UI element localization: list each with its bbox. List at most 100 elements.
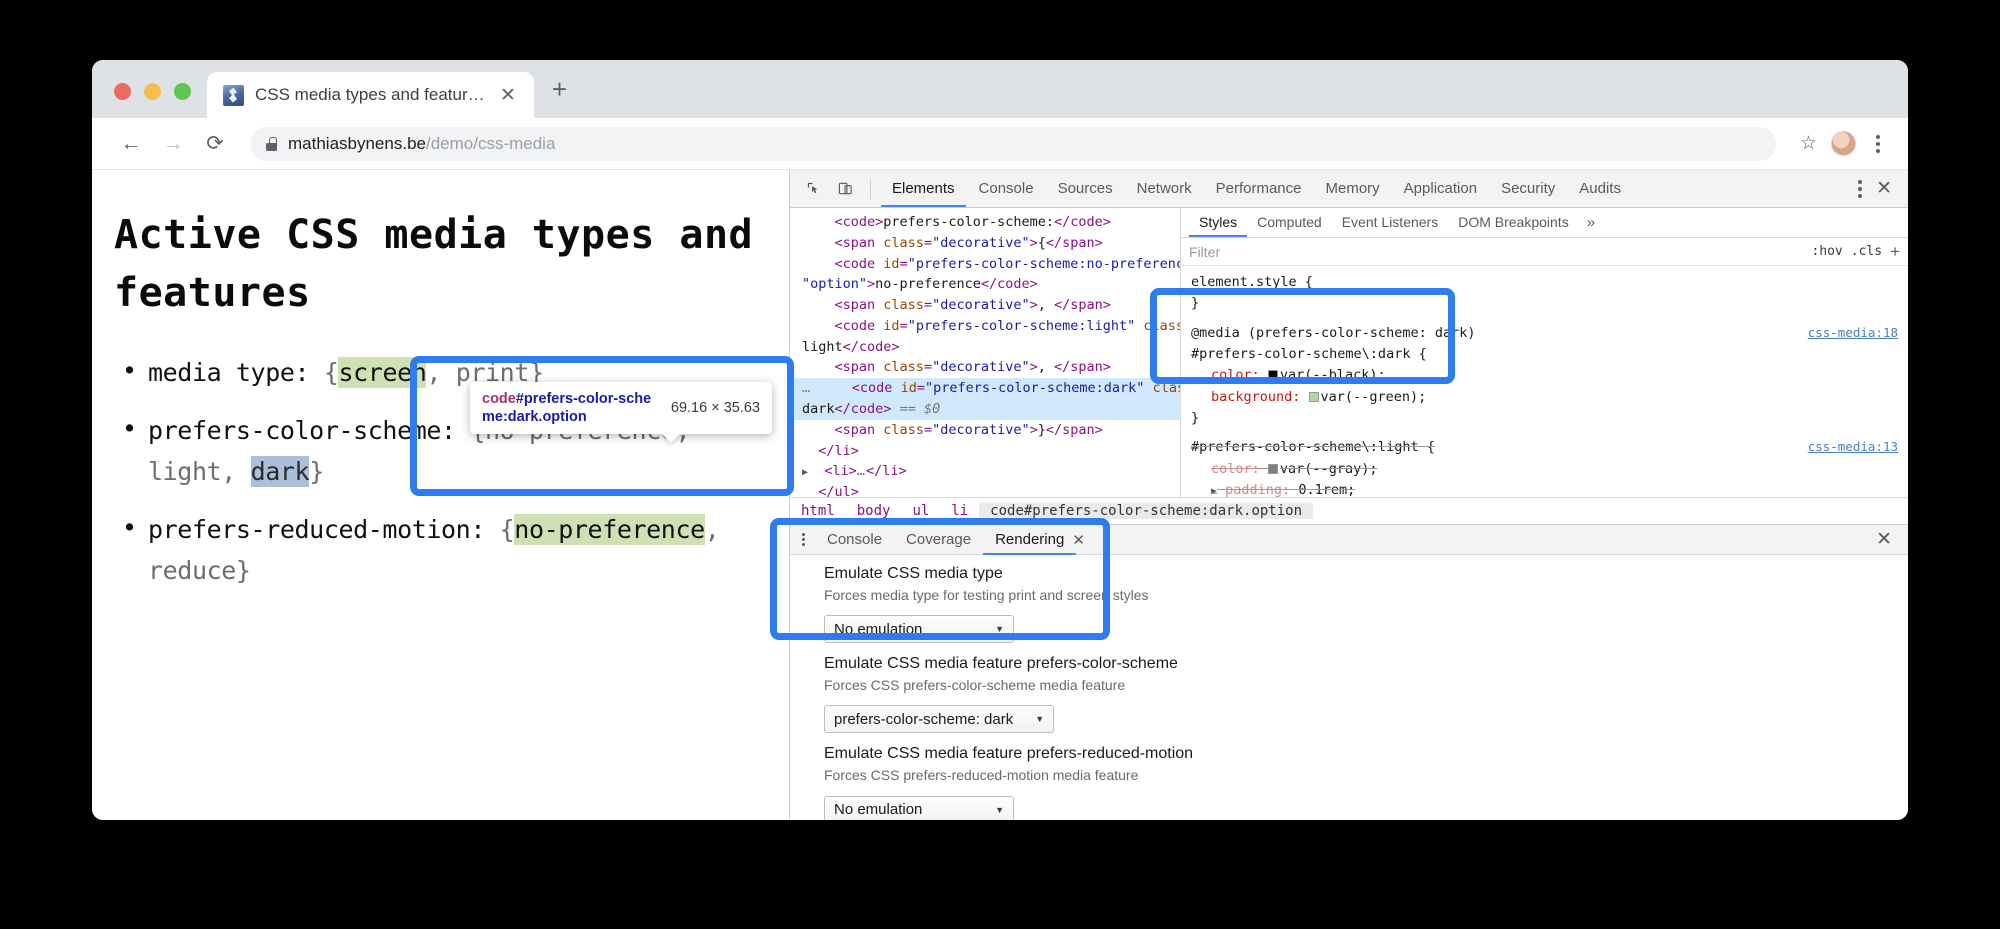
breadcrumb-item[interactable]: ul <box>901 503 940 519</box>
dom-node-line[interactable]: ▶ <li>…</li> <box>790 461 1180 482</box>
dom-node-line[interactable]: <code id="prefers-color-scheme:no-prefer… <box>790 254 1180 275</box>
styles-tab-computed[interactable]: Computed <box>1247 208 1332 237</box>
dom-node-line[interactable]: <code id="prefers-color-scheme:light" cl… <box>790 316 1180 337</box>
drawer-tab-coverage[interactable]: Coverage <box>894 525 983 555</box>
browser-window: CSS media types and features ✕ + ← → ⟳ m… <box>92 60 1908 820</box>
styles-pane: Styles Computed Event Listeners DOM Brea… <box>1180 208 1908 497</box>
devtools-tab-sources[interactable]: Sources <box>1047 171 1124 207</box>
new-tab-button[interactable]: + <box>534 76 585 118</box>
breadcrumb-item[interactable]: html <box>790 503 846 519</box>
devtools-tab-memory[interactable]: Memory <box>1315 171 1391 207</box>
open-brace: { <box>309 358 338 387</box>
back-icon[interactable]: ← <box>114 127 148 161</box>
more-tabs-chevron-icon[interactable]: » <box>1579 214 1603 231</box>
style-rule[interactable]: css-media:18@media (prefers-color-scheme… <box>1181 321 1908 436</box>
setting-description: Forces CSS prefers-reduced-motion media … <box>824 766 1908 786</box>
setting-emulate-prefers-reduced-motion: Emulate CSS media feature prefers-reduce… <box>824 743 1908 820</box>
selected-value[interactable]: dark <box>251 456 310 487</box>
styles-tabbar: Styles Computed Event Listeners DOM Brea… <box>1181 208 1908 238</box>
close-window-button[interactable] <box>114 83 131 100</box>
profile-avatar[interactable] <box>1831 131 1856 156</box>
drawer-tab-rendering[interactable]: Rendering <box>983 525 1076 555</box>
reload-icon[interactable]: ⟳ <box>198 127 232 161</box>
devtools-tab-console[interactable]: Console <box>968 171 1045 207</box>
tab-strip: CSS media types and features ✕ + <box>92 60 1908 118</box>
styles-filter-input[interactable]: Filter <box>1189 244 1803 260</box>
devtools-close-icon[interactable]: ✕ <box>1872 177 1908 200</box>
rule-source-link[interactable]: css-media:18 <box>1808 323 1898 343</box>
devtools-tab-security[interactable]: Security <box>1490 171 1566 207</box>
dom-node-line[interactable]: <span class="decorative">}</span> <box>790 420 1180 441</box>
devtools-tab-audits[interactable]: Audits <box>1568 171 1632 207</box>
devtools-tab-performance[interactable]: Performance <box>1205 171 1313 207</box>
dom-node-line[interactable]: light</code> <box>790 337 1180 358</box>
forward-icon[interactable]: → <box>156 127 190 161</box>
setting-emulate-css-media-type: Emulate CSS media type Forces media type… <box>824 563 1908 643</box>
media-type-select[interactable]: No emulation ▼ <box>824 615 1014 643</box>
active-value: no-preference <box>514 514 704 545</box>
dom-node-line[interactable]: "option">no-preference</code> <box>790 274 1180 295</box>
setting-description: Forces CSS prefers-color-scheme media fe… <box>824 676 1908 696</box>
breadcrumb-item[interactable]: body <box>846 503 902 519</box>
toolbar-divider <box>870 179 871 199</box>
breadcrumb-item[interactable]: li <box>940 503 979 519</box>
dom-tree[interactable]: <code>prefers-color-scheme:</code> <span… <box>790 208 1180 497</box>
tooltip-dimensions: 69.16 × 35.63 <box>671 400 760 416</box>
maximize-window-button[interactable] <box>174 83 191 100</box>
dom-node-line[interactable]: </li> <box>790 441 1180 462</box>
styles-rules-list[interactable]: element.style {}css-media:18@media (pref… <box>1181 266 1908 497</box>
style-rule[interactable]: css-media:13#prefers-color-scheme\:light… <box>1181 435 1908 497</box>
close-tab-button[interactable]: ✕ <box>496 86 520 105</box>
minimize-window-button[interactable] <box>144 83 161 100</box>
tooltip-tag: code <box>482 391 516 407</box>
close-brace: } <box>309 457 324 486</box>
inspect-element-icon[interactable] <box>798 175 828 203</box>
drawer-tab-console[interactable]: Console <box>815 525 894 555</box>
toggle-class-button[interactable]: .cls <box>1851 244 1882 259</box>
bookmark-star-icon[interactable]: ☆ <box>1794 132 1823 155</box>
list-item-label: prefers-reduced-motion: <box>148 515 485 544</box>
toggle-pseudo-button[interactable]: :hov <box>1811 244 1842 259</box>
prefers-color-scheme-select[interactable]: prefers-color-scheme: dark ▼ <box>824 705 1054 733</box>
devtools-tab-application[interactable]: Application <box>1393 171 1488 207</box>
breadcrumb-item[interactable]: code#prefers-color-scheme:dark.option <box>979 503 1313 519</box>
browser-tab[interactable]: CSS media types and features ✕ <box>207 72 534 118</box>
devtools-main: <code>prefers-color-scheme:</code> <span… <box>790 208 1908 497</box>
lock-icon <box>266 137 277 151</box>
devtools-tab-elements[interactable]: Elements <box>881 171 966 207</box>
element-inspector-tooltip: code#prefers-color-scheme:dark.option 69… <box>470 382 772 434</box>
dom-node-line[interactable]: <span class="decorative">, </span> <box>790 357 1180 378</box>
media-type-select-value: No emulation <box>834 621 922 638</box>
rule-element-style[interactable]: element.style {} <box>1181 270 1908 321</box>
setting-title: Emulate CSS media feature prefers-reduce… <box>824 743 1908 765</box>
setting-title: Emulate CSS media type <box>824 563 1908 585</box>
drawer-more-options-icon[interactable] <box>790 533 815 546</box>
rule-source-link[interactable]: css-media:13 <box>1808 437 1898 457</box>
devtools-panel: Elements Console Sources Network Perform… <box>789 170 1908 820</box>
site-favicon-icon <box>223 85 244 106</box>
drawer-close-icon[interactable]: ✕ <box>1872 528 1908 551</box>
new-style-rule-button[interactable]: + <box>1890 242 1900 262</box>
styles-tab-dom-breakpoints[interactable]: DOM Breakpoints <box>1448 208 1578 237</box>
dom-node-line[interactable]: <span class="decorative">{</span> <box>790 233 1180 254</box>
devtools-more-options-icon[interactable] <box>1846 180 1870 198</box>
tooltip-element-name: code#prefers-color-scheme:dark.option <box>482 390 657 426</box>
address-bar[interactable]: mathiasbynens.be/demo/css-media <box>250 127 1776 161</box>
close-rendering-tab-icon[interactable]: ✕ <box>1072 531 1093 549</box>
separator: , <box>221 457 250 486</box>
dom-node-line[interactable]: … <code id="prefers-color-scheme:dark" c… <box>790 378 1180 399</box>
browser-menu-icon[interactable] <box>1864 135 1888 153</box>
dom-node-line[interactable]: </ul> <box>790 482 1180 497</box>
url-text: mathiasbynens.be/demo/css-media <box>288 134 555 154</box>
device-toolbar-icon[interactable] <box>830 175 860 203</box>
prefers-reduced-motion-select[interactable]: No emulation ▼ <box>824 796 1014 820</box>
drawer-tabbar: Console Coverage Rendering ✕ ✕ <box>790 525 1908 555</box>
tab-title: CSS media types and features <box>255 85 485 105</box>
dom-node-line[interactable]: <span class="decorative">, </span> <box>790 295 1180 316</box>
devtools-tab-network[interactable]: Network <box>1126 171 1203 207</box>
styles-tab-event-listeners[interactable]: Event Listeners <box>1332 208 1449 237</box>
devtools-tabbar: Elements Console Sources Network Perform… <box>790 170 1908 208</box>
dom-node-line[interactable]: dark</code> == $0 <box>790 399 1180 420</box>
dom-node-line[interactable]: <code>prefers-color-scheme:</code> <box>790 212 1180 233</box>
styles-tab-styles[interactable]: Styles <box>1189 208 1247 237</box>
